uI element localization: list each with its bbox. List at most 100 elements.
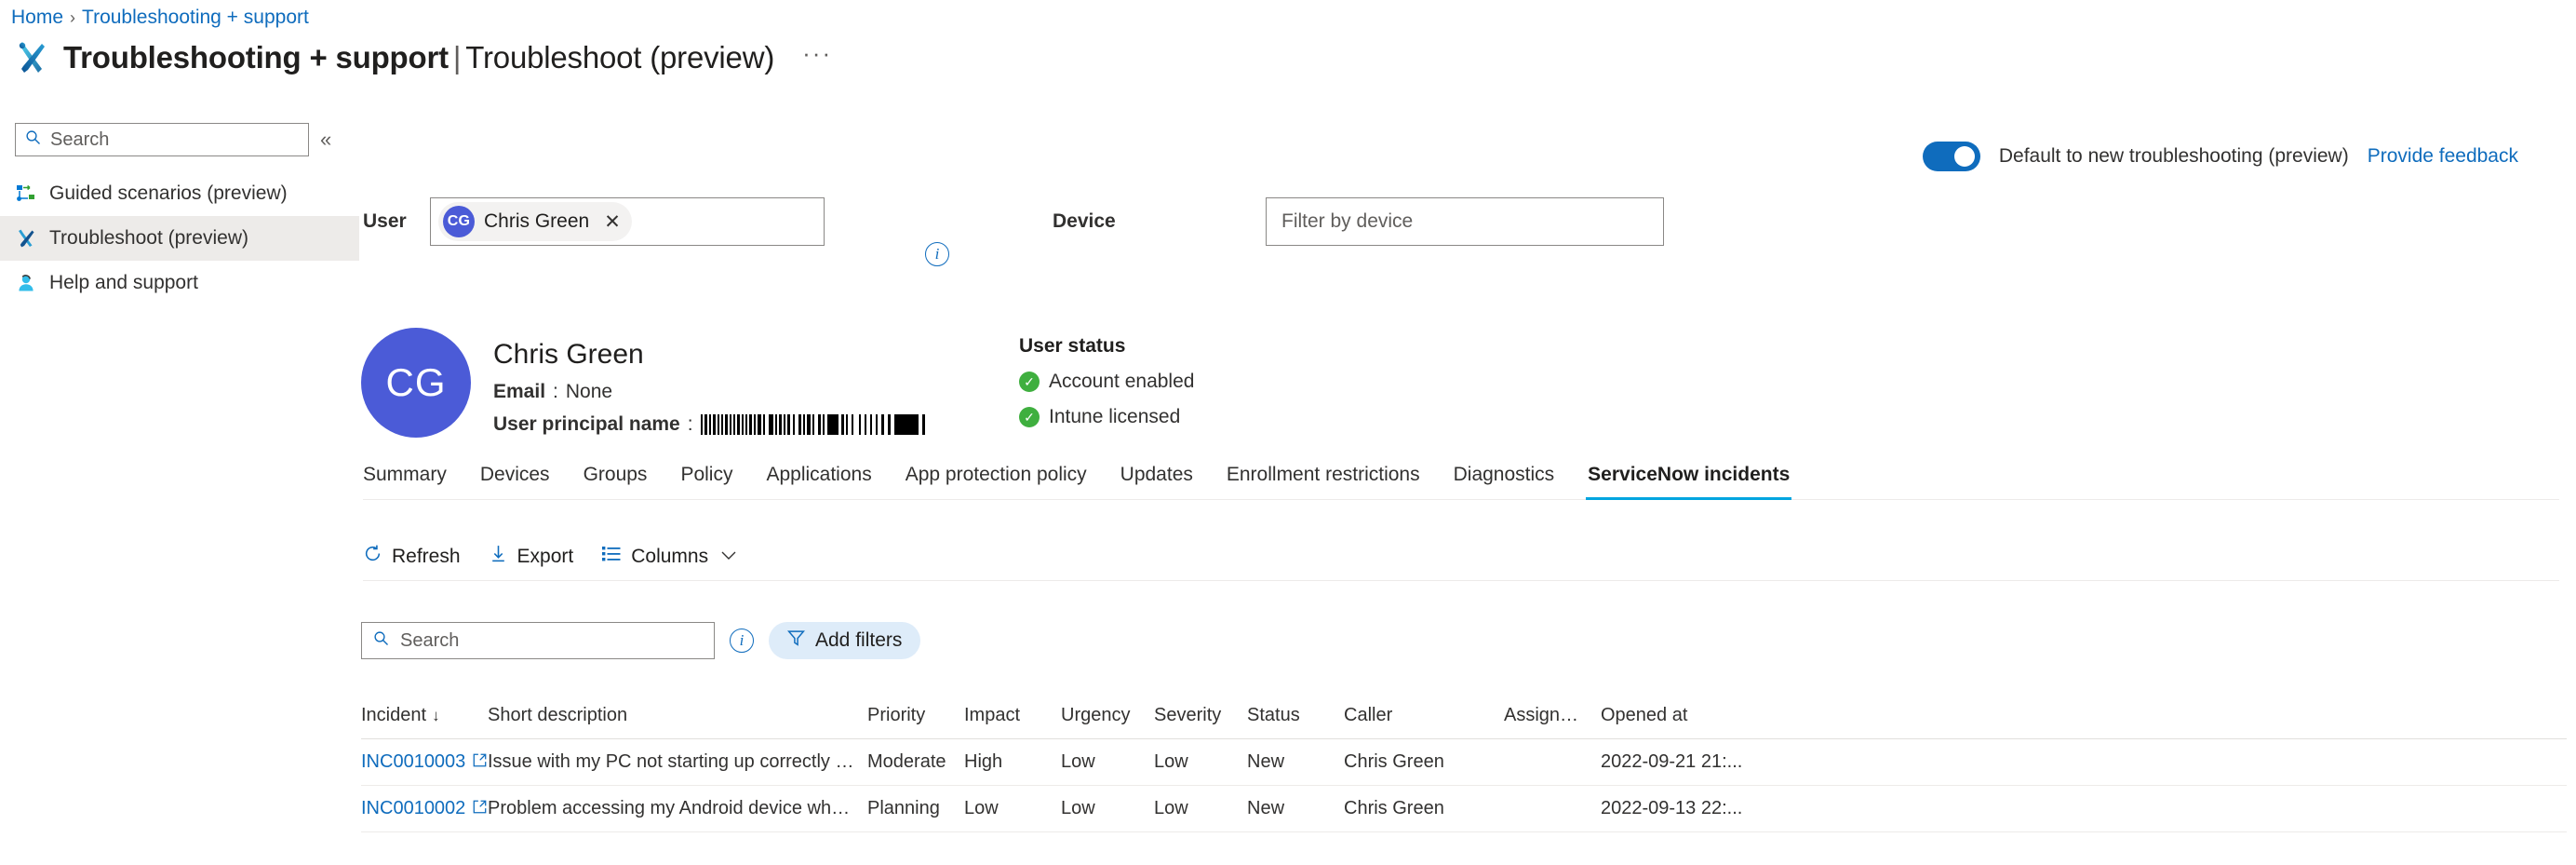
sort-descending-icon: ↓: [432, 707, 440, 724]
column-header-priority[interactable]: Priority: [867, 705, 964, 726]
export-button[interactable]: Export: [489, 544, 574, 569]
check-circle-icon: ✓: [1019, 407, 1040, 427]
cell-caller: Chris Green: [1344, 751, 1504, 773]
cell-urgency: Low: [1061, 751, 1154, 773]
table-header-row: Incident ↓ Short description Priority Imp…: [361, 693, 2567, 739]
sidebar-item-label: Help and support: [49, 272, 198, 294]
column-header-urgency[interactable]: Urgency: [1061, 705, 1154, 726]
refresh-button[interactable]: Refresh: [363, 544, 461, 569]
add-filters-button[interactable]: Add filters: [769, 622, 920, 659]
status-label: Account enabled: [1049, 371, 1194, 393]
cell-status: New: [1247, 751, 1344, 773]
tab-devices[interactable]: Devices: [463, 464, 567, 499]
tab-app-protection-policy[interactable]: App protection policy: [889, 464, 1104, 499]
incident-id: INC0010003: [361, 751, 465, 773]
toggle-label: Default to new troubleshooting (preview): [1999, 145, 2349, 168]
close-icon[interactable]: ✕: [604, 210, 621, 234]
tab-applications[interactable]: Applications: [749, 464, 888, 499]
columns-icon: [601, 545, 622, 569]
user-email-value: None: [566, 381, 612, 403]
incident-link[interactable]: INC0010003: [361, 751, 487, 773]
incident-link[interactable]: INC0010002: [361, 798, 487, 819]
device-label-column: Device i: [925, 197, 1266, 266]
cell-status: New: [1247, 798, 1344, 819]
table-row[interactable]: INC0010003 Issue with my PC not starting…: [361, 739, 2567, 786]
user-filter-label: User: [363, 197, 430, 233]
tab-summary[interactable]: Summary: [363, 464, 463, 499]
command-bar: Refresh Export: [363, 533, 2559, 581]
sidebar-item-label: Troubleshoot (preview): [49, 227, 248, 250]
breadcrumb-current[interactable]: Troubleshooting + support: [82, 7, 309, 27]
device-filter-group: Device i: [925, 197, 1664, 266]
table-row[interactable]: INC0010002 Problem accessing my Android …: [361, 786, 2567, 832]
page-title-sub: Troubleshoot (preview): [465, 40, 774, 74]
columns-label: Columns: [631, 546, 708, 568]
column-header-short-description[interactable]: Short description: [488, 705, 867, 726]
filter-icon: [787, 629, 805, 653]
cell-priority: Moderate: [867, 751, 964, 773]
cell-short-description: Problem accessing my Android device when…: [488, 798, 867, 819]
user-email-line: Email: None: [493, 381, 954, 403]
columns-button[interactable]: Columns: [601, 545, 736, 569]
tab-groups[interactable]: Groups: [567, 464, 664, 499]
tab-enrollment-restrictions[interactable]: Enrollment restrictions: [1210, 464, 1437, 499]
collapse-sidebar-button[interactable]: «: [320, 129, 331, 150]
column-header-impact[interactable]: Impact: [964, 705, 1061, 726]
user-pill-name: Chris Green: [484, 210, 589, 233]
page-title-divider: |: [453, 40, 461, 74]
user-filter-input[interactable]: CG Chris Green ✕: [430, 197, 825, 246]
sidebar-item-troubleshoot[interactable]: Troubleshoot (preview): [0, 216, 359, 261]
add-filters-label: Add filters: [815, 629, 902, 652]
status-badge: ✓ Account enabled: [1019, 371, 1194, 393]
sidebar-item-guided-scenarios[interactable]: Guided scenarios (preview): [0, 171, 359, 216]
wrench-screwdriver-icon: [13, 39, 50, 76]
user-email-label: Email: [493, 381, 545, 403]
filters-row: User CG Chris Green ✕ Device i: [363, 197, 1664, 266]
page-title-main: Troubleshooting + support: [63, 40, 449, 74]
check-circle-icon: ✓: [1019, 372, 1040, 392]
tab-servicenow-incidents[interactable]: ServiceNow incidents: [1571, 464, 1806, 499]
cell-opened-at: 2022-09-13 22:...: [1601, 798, 1787, 819]
cell-priority: Planning: [867, 798, 964, 819]
user-status-title: User status: [1019, 335, 1194, 358]
sidebar-search-row: «: [0, 123, 359, 156]
cell-short-description: Issue with my PC not starting up correct…: [488, 751, 867, 773]
guided-scenarios-icon: [15, 182, 37, 205]
column-label: Incident: [361, 705, 426, 725]
sidebar-search[interactable]: [15, 123, 309, 156]
download-icon: [489, 544, 508, 569]
device-info-icon[interactable]: i: [925, 242, 949, 266]
user-pill[interactable]: CG Chris Green ✕: [438, 202, 632, 241]
device-filter-input[interactable]: [1266, 197, 1664, 246]
column-header-incident[interactable]: Incident ↓: [361, 705, 488, 726]
tab-diagnostics[interactable]: Diagnostics: [1437, 464, 1572, 499]
more-options-button[interactable]: ···: [802, 41, 832, 74]
column-header-assignment-group[interactable]: Assignment gr...: [1504, 705, 1601, 726]
search-icon: [25, 129, 41, 150]
search-input[interactable]: [48, 128, 308, 152]
sidebar: « Guided scenarios (preview): [0, 123, 359, 305]
cell-incident: INC0010002: [361, 798, 488, 819]
cell-severity: Low: [1154, 798, 1247, 819]
cell-impact: Low: [964, 798, 1061, 819]
incidents-search[interactable]: [361, 622, 715, 659]
incidents-search-input[interactable]: [398, 629, 714, 653]
chevron-down-icon: [721, 548, 736, 564]
provide-feedback-link[interactable]: Provide feedback: [2368, 145, 2518, 168]
column-header-opened-at[interactable]: Opened at: [1601, 705, 1787, 726]
tab-bar: Summary Devices Groups Policy Applicatio…: [363, 464, 2559, 500]
sidebar-item-help-and-support[interactable]: Help and support: [0, 261, 359, 305]
toggle-knob: [1954, 146, 1975, 167]
column-header-severity[interactable]: Severity: [1154, 705, 1247, 726]
breadcrumb-home[interactable]: Home: [11, 7, 63, 27]
default-new-troubleshooting-toggle[interactable]: [1923, 142, 1980, 171]
search-info-icon[interactable]: i: [730, 628, 754, 653]
tab-policy[interactable]: Policy: [664, 464, 749, 499]
column-header-status[interactable]: Status: [1247, 705, 1344, 726]
device-input[interactable]: [1280, 209, 1650, 234]
help-support-icon: [15, 272, 37, 294]
sidebar-item-label: Guided scenarios (preview): [49, 182, 288, 205]
troubleshoot-page: Home › Troubleshooting + support: [0, 0, 2576, 865]
column-header-caller[interactable]: Caller: [1344, 705, 1504, 726]
tab-updates[interactable]: Updates: [1104, 464, 1210, 499]
